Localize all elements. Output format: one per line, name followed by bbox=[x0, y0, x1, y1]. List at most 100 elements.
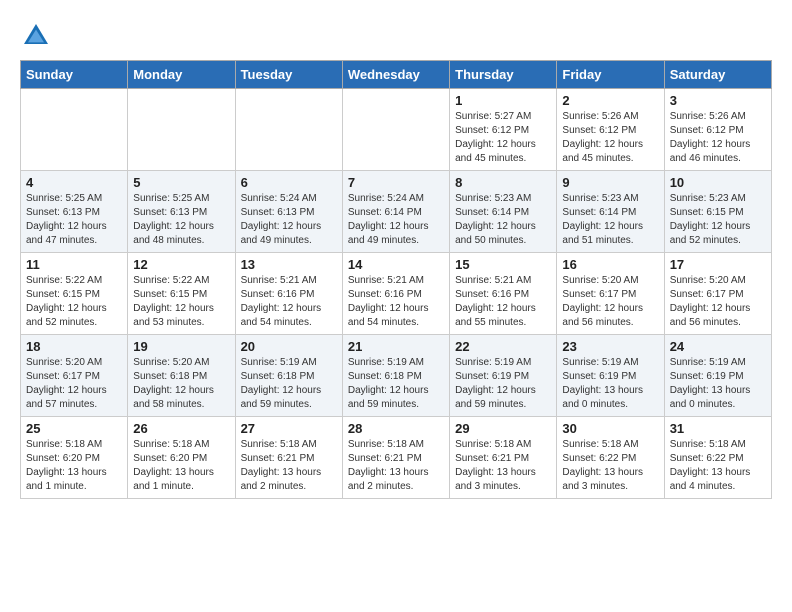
day-cell: 11 Sunrise: 5:22 AM Sunset: 6:15 PM Dayli… bbox=[21, 253, 128, 335]
day-info: Sunrise: 5:18 AM Sunset: 6:20 PM Dayligh… bbox=[26, 438, 122, 494]
day-info: Sunrise: 5:19 AM Sunset: 6:19 PM Dayligh… bbox=[670, 356, 766, 412]
day-info: Sunrise: 5:26 AM Sunset: 6:12 PM Dayligh… bbox=[562, 110, 658, 166]
day-number: 25 bbox=[26, 421, 122, 436]
day-cell: 19 Sunrise: 5:20 AM Sunset: 6:18 PM Dayli… bbox=[128, 335, 235, 417]
week-row-1: 4Sunrise: 5:25 AM Sunset: 6:13 PM Daylig… bbox=[21, 171, 772, 253]
day-info: Sunrise: 5:21 AM Sunset: 6:16 PM Dayligh… bbox=[241, 274, 337, 330]
day-cell: 14 Sunrise: 5:21 AM Sunset: 6:16 PM Dayli… bbox=[342, 253, 449, 335]
day-cell: 6 Sunrise: 5:24 AM Sunset: 6:13 PM Daylig… bbox=[235, 171, 342, 253]
day-number: 15 bbox=[455, 257, 551, 272]
header-thursday: Thursday bbox=[450, 61, 557, 89]
day-number: 1 bbox=[455, 93, 551, 108]
day-number: 21 bbox=[348, 339, 444, 354]
day-number: 24 bbox=[670, 339, 766, 354]
header bbox=[20, 20, 772, 52]
day-cell: 21 Sunrise: 5:19 AM Sunset: 6:18 PM Dayli… bbox=[342, 335, 449, 417]
day-info: Sunrise: 5:19 AM Sunset: 6:18 PM Dayligh… bbox=[241, 356, 337, 412]
day-info: Sunrise: 5:18 AM Sunset: 6:21 PM Dayligh… bbox=[241, 438, 337, 494]
day-cell: 10 Sunrise: 5:23 AM Sunset: 6:15 PM Dayli… bbox=[664, 171, 771, 253]
day-info: Sunrise: 5:20 AM Sunset: 6:18 PM Dayligh… bbox=[133, 356, 229, 412]
header-saturday: Saturday bbox=[664, 61, 771, 89]
day-info: Sunrise: 5:23 AM Sunset: 6:14 PM Dayligh… bbox=[562, 192, 658, 248]
day-info: Sunrise: 5:23 AM Sunset: 6:14 PM Dayligh… bbox=[455, 192, 551, 248]
day-cell: 3 Sunrise: 5:26 AM Sunset: 6:12 PM Daylig… bbox=[664, 89, 771, 171]
day-info: Sunrise: 5:19 AM Sunset: 6:19 PM Dayligh… bbox=[455, 356, 551, 412]
day-number: 27 bbox=[241, 421, 337, 436]
day-cell: 20 Sunrise: 5:19 AM Sunset: 6:18 PM Dayli… bbox=[235, 335, 342, 417]
day-info: Sunrise: 5:25 AM Sunset: 6:13 PM Dayligh… bbox=[26, 192, 122, 248]
day-info: Sunrise: 5:22 AM Sunset: 6:15 PM Dayligh… bbox=[133, 274, 229, 330]
day-cell: 12 Sunrise: 5:22 AM Sunset: 6:15 PM Dayli… bbox=[128, 253, 235, 335]
week-row-3: 18 Sunrise: 5:20 AM Sunset: 6:17 PM Dayli… bbox=[21, 335, 772, 417]
day-number: 8 bbox=[455, 175, 551, 190]
day-number: 2 bbox=[562, 93, 658, 108]
header-monday: Monday bbox=[128, 61, 235, 89]
day-cell: 24 Sunrise: 5:19 AM Sunset: 6:19 PM Dayli… bbox=[664, 335, 771, 417]
day-info: Sunrise: 5:27 AM Sunset: 6:12 PM Dayligh… bbox=[455, 110, 551, 166]
day-cell: 15Sunrise: 5:21 AM Sunset: 6:16 PM Dayli… bbox=[450, 253, 557, 335]
day-number: 14 bbox=[348, 257, 444, 272]
day-cell: 25 Sunrise: 5:18 AM Sunset: 6:20 PM Dayli… bbox=[21, 417, 128, 499]
day-info: Sunrise: 5:18 AM Sunset: 6:20 PM Dayligh… bbox=[133, 438, 229, 494]
day-info: Sunrise: 5:25 AM Sunset: 6:13 PM Dayligh… bbox=[133, 192, 229, 248]
day-number: 7 bbox=[348, 175, 444, 190]
day-info: Sunrise: 5:20 AM Sunset: 6:17 PM Dayligh… bbox=[670, 274, 766, 330]
page: SundayMondayTuesdayWednesdayThursdayFrid… bbox=[0, 0, 792, 519]
day-number: 11 bbox=[26, 257, 122, 272]
day-number: 5 bbox=[133, 175, 229, 190]
day-cell: 2 Sunrise: 5:26 AM Sunset: 6:12 PM Daylig… bbox=[557, 89, 664, 171]
day-cell: 1 Sunrise: 5:27 AM Sunset: 6:12 PM Daylig… bbox=[450, 89, 557, 171]
day-cell: 27 Sunrise: 5:18 AM Sunset: 6:21 PM Dayli… bbox=[235, 417, 342, 499]
day-cell: 26Sunrise: 5:18 AM Sunset: 6:20 PM Dayli… bbox=[128, 417, 235, 499]
logo-icon bbox=[20, 20, 52, 52]
week-row-0: 1 Sunrise: 5:27 AM Sunset: 6:12 PM Daylig… bbox=[21, 89, 772, 171]
day-info: Sunrise: 5:21 AM Sunset: 6:16 PM Dayligh… bbox=[348, 274, 444, 330]
day-info: Sunrise: 5:18 AM Sunset: 6:21 PM Dayligh… bbox=[348, 438, 444, 494]
day-cell: 4Sunrise: 5:25 AM Sunset: 6:13 PM Daylig… bbox=[21, 171, 128, 253]
day-info: Sunrise: 5:19 AM Sunset: 6:18 PM Dayligh… bbox=[348, 356, 444, 412]
day-cell: 30Sunrise: 5:18 AM Sunset: 6:22 PM Dayli… bbox=[557, 417, 664, 499]
day-info: Sunrise: 5:26 AM Sunset: 6:12 PM Dayligh… bbox=[670, 110, 766, 166]
day-info: Sunrise: 5:20 AM Sunset: 6:17 PM Dayligh… bbox=[562, 274, 658, 330]
day-cell: 29 Sunrise: 5:18 AM Sunset: 6:21 PM Dayli… bbox=[450, 417, 557, 499]
day-number: 22 bbox=[455, 339, 551, 354]
day-info: Sunrise: 5:18 AM Sunset: 6:22 PM Dayligh… bbox=[670, 438, 766, 494]
day-number: 6 bbox=[241, 175, 337, 190]
day-cell: 23 Sunrise: 5:19 AM Sunset: 6:19 PM Dayli… bbox=[557, 335, 664, 417]
day-cell: 17Sunrise: 5:20 AM Sunset: 6:17 PM Dayli… bbox=[664, 253, 771, 335]
calendar-header-row: SundayMondayTuesdayWednesdayThursdayFrid… bbox=[21, 61, 772, 89]
logo bbox=[20, 20, 56, 52]
day-number: 3 bbox=[670, 93, 766, 108]
header-sunday: Sunday bbox=[21, 61, 128, 89]
day-number: 28 bbox=[348, 421, 444, 436]
week-row-4: 25 Sunrise: 5:18 AM Sunset: 6:20 PM Dayli… bbox=[21, 417, 772, 499]
day-cell bbox=[21, 89, 128, 171]
day-cell: 22 Sunrise: 5:19 AM Sunset: 6:19 PM Dayli… bbox=[450, 335, 557, 417]
week-row-2: 11 Sunrise: 5:22 AM Sunset: 6:15 PM Dayli… bbox=[21, 253, 772, 335]
day-number: 9 bbox=[562, 175, 658, 190]
day-number: 19 bbox=[133, 339, 229, 354]
day-number: 16 bbox=[562, 257, 658, 272]
header-tuesday: Tuesday bbox=[235, 61, 342, 89]
day-cell bbox=[128, 89, 235, 171]
day-number: 13 bbox=[241, 257, 337, 272]
day-number: 29 bbox=[455, 421, 551, 436]
day-cell bbox=[235, 89, 342, 171]
day-number: 31 bbox=[670, 421, 766, 436]
day-cell: 8 Sunrise: 5:23 AM Sunset: 6:14 PM Daylig… bbox=[450, 171, 557, 253]
day-info: Sunrise: 5:24 AM Sunset: 6:13 PM Dayligh… bbox=[241, 192, 337, 248]
day-info: Sunrise: 5:19 AM Sunset: 6:19 PM Dayligh… bbox=[562, 356, 658, 412]
header-friday: Friday bbox=[557, 61, 664, 89]
day-cell: 7Sunrise: 5:24 AM Sunset: 6:14 PM Daylig… bbox=[342, 171, 449, 253]
day-number: 23 bbox=[562, 339, 658, 354]
day-number: 10 bbox=[670, 175, 766, 190]
day-info: Sunrise: 5:23 AM Sunset: 6:15 PM Dayligh… bbox=[670, 192, 766, 248]
calendar-table: SundayMondayTuesdayWednesdayThursdayFrid… bbox=[20, 60, 772, 499]
day-info: Sunrise: 5:20 AM Sunset: 6:17 PM Dayligh… bbox=[26, 356, 122, 412]
day-info: Sunrise: 5:18 AM Sunset: 6:21 PM Dayligh… bbox=[455, 438, 551, 494]
day-info: Sunrise: 5:22 AM Sunset: 6:15 PM Dayligh… bbox=[26, 274, 122, 330]
day-number: 12 bbox=[133, 257, 229, 272]
day-number: 20 bbox=[241, 339, 337, 354]
day-number: 18 bbox=[26, 339, 122, 354]
day-cell: 31 Sunrise: 5:18 AM Sunset: 6:22 PM Dayli… bbox=[664, 417, 771, 499]
